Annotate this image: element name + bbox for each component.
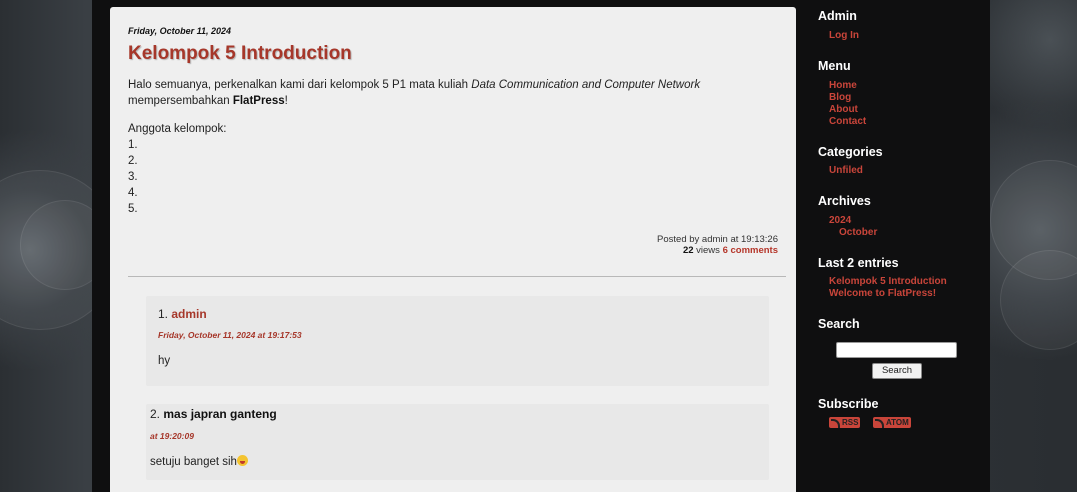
member-item: 3. [128,171,138,183]
atom-label: ATOM [886,418,909,427]
archive-month[interactable]: October [839,227,877,239]
comment-body: setuju banget sih [150,455,248,468]
views-count: 22 [682,245,694,256]
member-item: 2. [128,155,138,167]
last-entries-heading: Last 2 entries [818,256,899,270]
comment-body: hy [158,355,171,367]
last-entry-link[interactable]: Kelompok 5 Introduction [829,276,947,288]
comment-number: 2. [150,407,161,421]
atom-feed-button[interactable]: ATOM [873,417,911,428]
comment-date[interactable]: at 19:20:09 [150,431,194,441]
smiley-icon [236,455,248,466]
intro-end: ! [284,95,288,107]
intro-text: Halo semuanya, perkenalkan kami dari kel… [128,79,472,91]
login-link[interactable]: Log In [829,30,859,42]
views-label: views [693,245,723,256]
menu-item-blog[interactable]: Blog [829,92,851,104]
intro-course: Data Communication and Computer Network [471,79,701,91]
post-panel: Friday, October 11, 2024 Kelompok 5 Intr… [110,7,796,492]
comment-date[interactable]: Friday, October 11, 2024 at 19:17:53 [158,330,302,340]
rss-label: RSS [842,418,859,427]
comment-header: 2. mas japran ganteng [150,407,277,421]
archives-heading: Archives [818,194,871,208]
intro-flatpress: FlatPress [232,95,285,107]
members-label: Anggota kelompok: [128,123,227,135]
comment-author[interactable]: admin [171,307,206,321]
last-entry-link[interactable]: Welcome to FlatPress! [829,288,936,300]
menu-item-contact[interactable]: Contact [829,116,866,128]
comment-text: setuju banget sih [150,456,237,468]
comment-item: 2. mas japran ganteng at 19:20:09 setuju… [146,404,769,480]
posted-by: Posted by admin at 19:13:26 [657,234,778,245]
post-date: Friday, October 11, 2024 [128,26,232,36]
comments-link[interactable]: 6 comments [723,245,778,256]
categories-heading: Categories [818,145,883,159]
comment-item: 1. admin Friday, October 11, 2024 at 19:… [146,296,769,386]
member-item: 5. [128,203,138,215]
subscribe-heading: Subscribe [818,397,879,411]
rss-feed-button[interactable]: RSS [829,417,861,428]
category-unfiled[interactable]: Unfiled [829,165,863,177]
members-list: Anggota kelompok: 1. 2. 3. 4. 5. [128,121,226,217]
menu-item-about[interactable]: About [829,104,858,116]
post-title[interactable]: Kelompok 5 Introduction [128,43,352,65]
comment-author: mas japran ganteng [163,407,277,421]
search-heading: Search [818,317,860,331]
search-button[interactable]: Search [872,363,922,379]
intro-text-2: mempersembahkan [128,95,233,107]
post-intro: Halo semuanya, perkenalkan kami dari kel… [128,77,768,109]
admin-heading: Admin [818,9,857,23]
menu-item-home[interactable]: Home [829,80,857,92]
post-meta: Posted by admin at 19:13:26 22 views 6 c… [657,234,778,256]
member-item: 1. [128,139,138,151]
member-item: 4. [128,187,138,199]
archive-year[interactable]: 2024 [829,215,851,227]
comment-header: 1. admin [158,307,207,321]
search-input[interactable] [836,342,957,358]
menu-heading: Menu [818,59,851,73]
divider [128,276,786,277]
comment-number: 1. [158,307,169,321]
